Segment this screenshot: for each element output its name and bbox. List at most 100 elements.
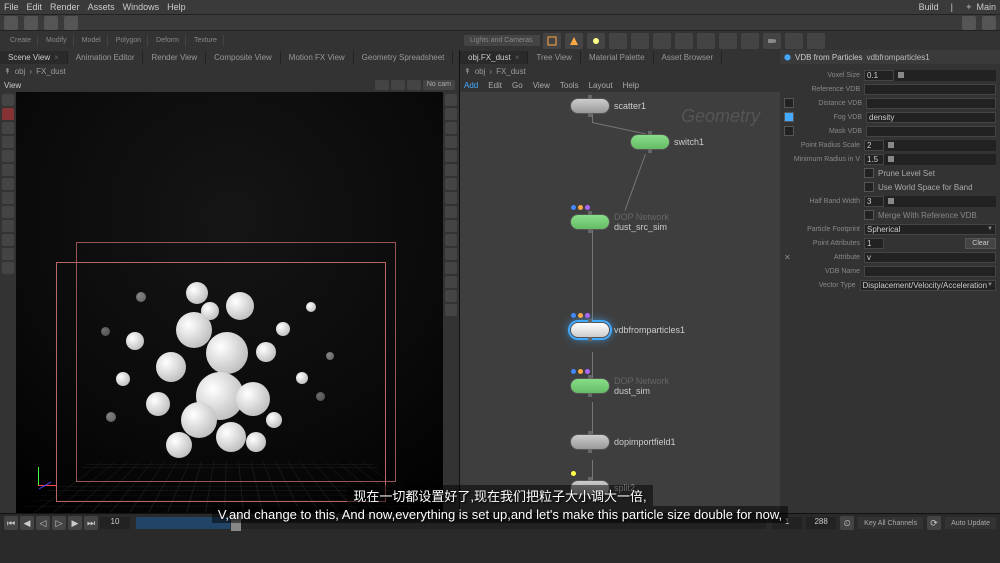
select-tool-icon[interactable] [2,94,14,106]
no-cam-label[interactable]: No cam [423,80,455,90]
menu-assets[interactable]: Assets [88,2,115,12]
snap-point-icon[interactable] [2,192,14,204]
play-rev-button[interactable]: ◀ [20,516,34,530]
inspect-icon[interactable] [2,248,14,260]
nmenu-help[interactable]: Help [623,81,639,90]
tab-assetbrowser[interactable]: Asset Browser [654,51,723,64]
shelf-tab-modify[interactable]: Modify [40,35,74,46]
cam-btn[interactable] [407,80,421,90]
mask-vdb-checkbox[interactable] [784,126,794,136]
vector-type-dropdown[interactable]: Displacement/Velocity/Acceleration [860,280,996,291]
point-radius-slider[interactable] [884,140,996,151]
merge-checkbox[interactable] [864,210,874,220]
nmenu-edit[interactable]: Edit [488,81,502,90]
3d-viewport[interactable] [16,92,443,513]
persp-btn[interactable] [375,80,389,90]
mask-vdb-field[interactable] [866,126,996,137]
view-tool-icon[interactable] [2,220,14,232]
prune-checkbox[interactable] [864,168,874,178]
wsb-checkbox[interactable] [864,182,874,192]
ortho-btn[interactable] [391,80,405,90]
clear-button[interactable]: Clear [965,238,996,249]
tab-geospread[interactable]: Geometry Spreadsheet [354,51,454,64]
nmenu-view[interactable]: View [533,81,550,90]
ref-vdb-field[interactable] [864,84,996,95]
fog-vdb-field[interactable]: density [866,112,996,123]
auto-update-icon[interactable]: ⟳ [927,516,941,530]
viewport-breadcrumb[interactable]: ↟obj›FX_dust [0,64,459,78]
bg-icon[interactable] [445,290,457,302]
key-all-channels-dropdown[interactable]: Key All Channels [858,517,923,529]
scale-tool-icon[interactable] [2,164,14,176]
dist-vdb-field[interactable] [866,98,996,109]
nmenu-add[interactable]: Add [464,81,478,90]
shelf-tab-lights[interactable]: Lights and Cameras [464,35,540,46]
auto-update-dropdown[interactable]: Auto Update [945,517,996,529]
prof-num-icon[interactable] [445,276,457,288]
start-frame-field[interactable]: 1 [772,517,802,529]
node-vdbfromparticles[interactable]: vdbfromparticles1 [570,322,685,338]
sky-light-icon[interactable] [653,33,671,49]
fog-vdb-checkbox[interactable] [784,112,794,122]
node-dust-sim[interactable]: DOP Networkdust_sim [570,376,669,396]
shade-wire-icon[interactable] [445,108,457,120]
step-fwd-button[interactable]: ▷ [52,516,66,530]
desktop-build[interactable]: Build [919,2,939,12]
nmenu-tools[interactable]: Tools [560,81,579,90]
flipbook-icon[interactable] [2,262,14,274]
timeline-track[interactable] [136,517,766,529]
save-icon[interactable] [64,16,78,30]
tab-motionfx[interactable]: Motion FX View [281,51,354,64]
ao-icon[interactable] [445,192,457,204]
shelf-tab-create[interactable]: Create [4,35,38,46]
gamma-icon[interactable] [445,304,457,316]
network-canvas[interactable]: Geometry scatter1 switch1 DOP Networkdus… [460,92,780,513]
distant-light-icon[interactable] [609,33,627,49]
reload-icon[interactable] [44,16,58,30]
menu-file[interactable]: File [4,2,19,12]
tab-treeview[interactable]: Tree View [528,51,581,64]
timeline-handle[interactable] [231,515,241,531]
move-tool-icon[interactable] [2,136,14,148]
shade-flat-icon[interactable] [445,122,457,134]
normals-icon[interactable] [445,234,457,246]
first-frame-button[interactable]: ⏮ [4,516,18,530]
node-split[interactable]: split2 [570,480,635,496]
desktop-mode[interactable]: Main [976,2,996,12]
pt-num-icon[interactable] [445,248,457,260]
tab-render-view[interactable]: Render View [143,51,206,64]
rotate-tool-icon[interactable] [2,150,14,162]
lighting-icon[interactable] [445,150,457,162]
prim-num-icon[interactable] [445,262,457,274]
tab-matpalette[interactable]: Material Palette [581,51,654,64]
tab-anim-editor[interactable]: Animation Editor [68,51,144,64]
geo-light-icon[interactable] [697,33,715,49]
shelf-tab-polygon[interactable]: Polygon [110,35,148,46]
realtime-icon[interactable]: ⏲ [840,516,854,530]
shelf-tab-texture[interactable]: Texture [188,35,224,46]
shelf-tab-deform[interactable]: Deform [150,35,186,46]
menu-help[interactable]: Help [167,2,186,12]
snap-prim-icon[interactable] [2,206,14,218]
stereo-icon[interactable] [807,33,825,49]
node-dopimportfield[interactable]: dopimportfield1 [570,434,676,450]
back-icon[interactable] [4,16,18,30]
footprint-dropdown[interactable]: Spherical [864,224,996,235]
voxel-size-field[interactable]: 0.1 [864,70,894,81]
attribute-field[interactable]: v [864,252,996,263]
point-light-icon[interactable] [587,33,605,49]
ghost-icon[interactable] [445,206,457,218]
cloud-icon[interactable] [982,16,996,30]
network-breadcrumb[interactable]: ↟obj›FX_dust [460,64,780,78]
env-light-icon[interactable] [631,33,649,49]
update-icon[interactable] [962,16,976,30]
tab-composite[interactable]: Composite View [206,51,281,64]
shadow-icon[interactable] [445,178,457,190]
area-light-icon[interactable] [543,33,561,49]
node-scatter[interactable]: scatter1 [570,98,646,114]
min-radius-slider[interactable] [884,154,996,165]
portal-light-icon[interactable] [675,33,693,49]
hq-light-icon[interactable] [445,164,457,176]
min-radius-field[interactable]: 1.5 [864,154,884,165]
fwd-icon[interactable] [24,16,38,30]
